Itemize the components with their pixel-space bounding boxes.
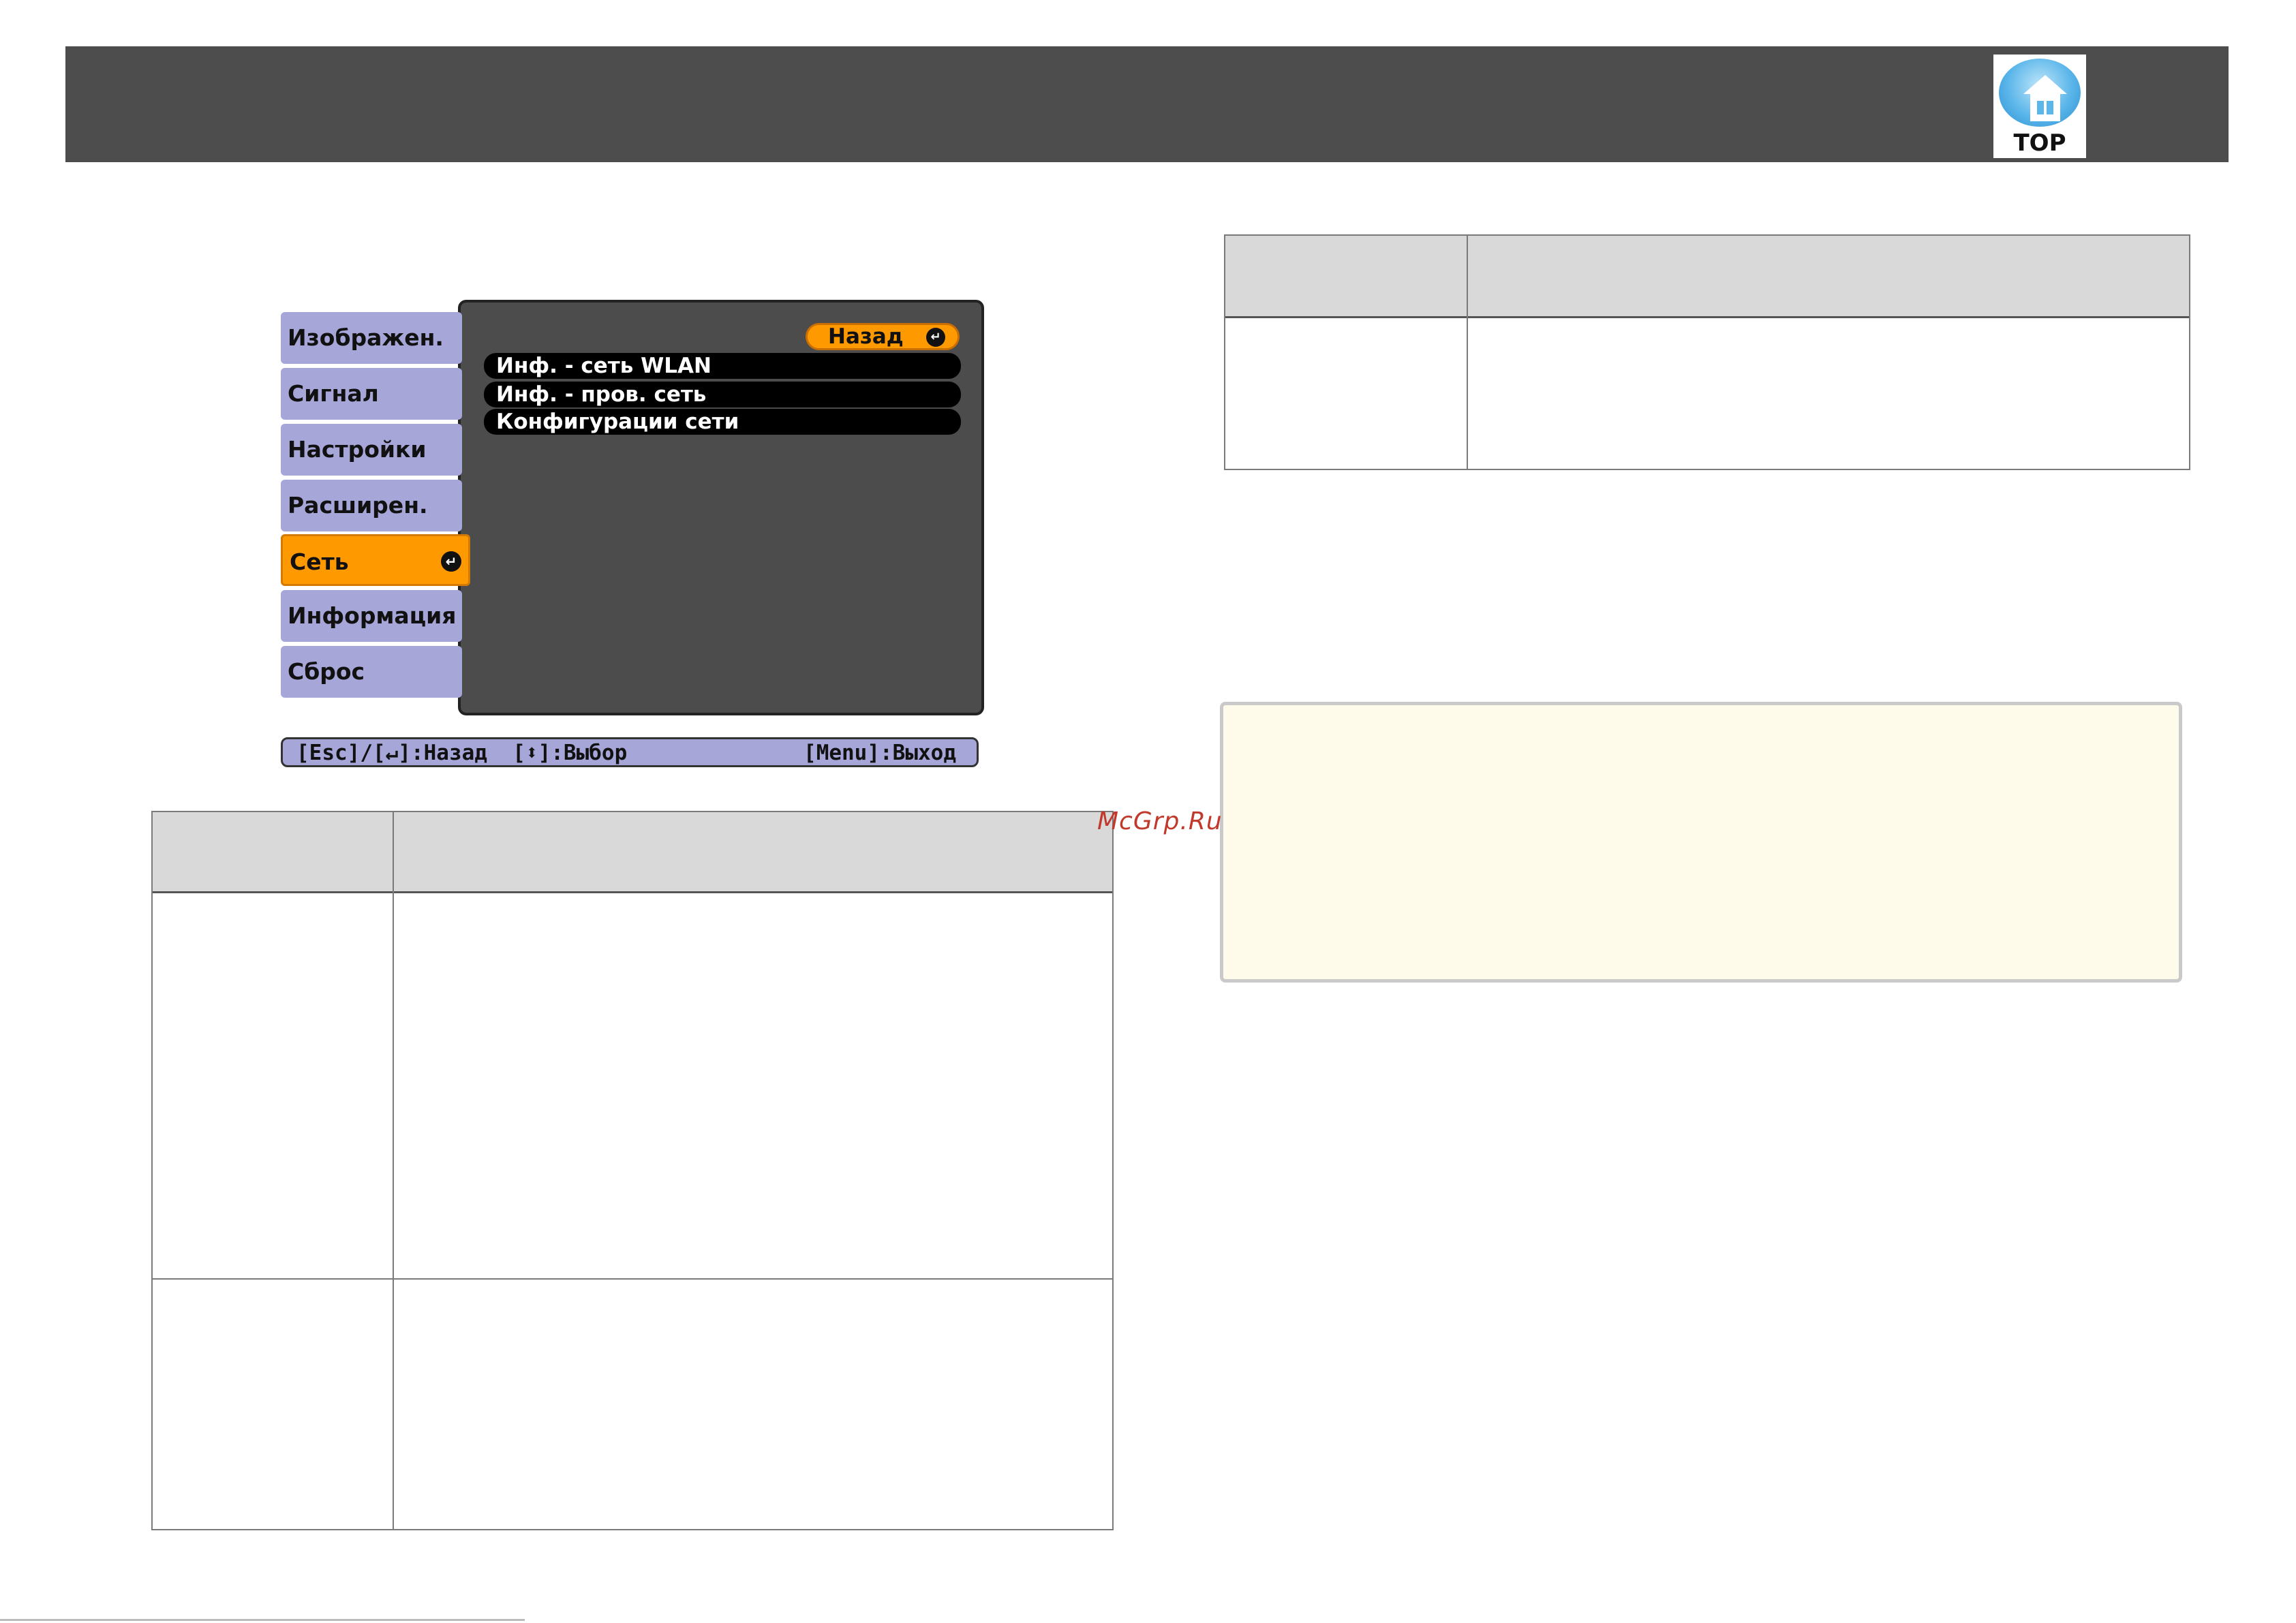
enter-icon: ↵ <box>926 328 945 347</box>
home-icon <box>1999 59 2081 127</box>
menu-item-wired-info[interactable]: Инф. - пров. сеть <box>484 382 961 407</box>
status-hints: [Esc]/[↵]:Назад [⬍]:Выбор <box>296 741 628 765</box>
tab-image[interactable]: Изображен. <box>281 312 462 364</box>
footer-line <box>0 1619 525 1621</box>
tab-info[interactable]: Информация <box>281 590 462 642</box>
tab-label: Сеть <box>290 548 349 575</box>
watermark: McGrp.Ru <box>1097 807 1223 835</box>
enter-icon: ↵ <box>441 551 461 572</box>
status-exit: [Menu]:Выход <box>803 741 956 765</box>
menu-item-network-config[interactable]: Конфигурации сети <box>484 409 961 435</box>
left-table <box>151 811 1114 1530</box>
tab-network[interactable]: Сеть ↵ <box>281 534 470 586</box>
tab-label: Информация <box>288 602 457 629</box>
note-box <box>1220 702 2182 983</box>
tab-label: Сигнал <box>288 380 379 407</box>
tab-settings[interactable]: Настройки <box>281 424 462 476</box>
menu-item-wlan-info[interactable]: Инф. - сеть WLAN <box>484 353 961 379</box>
menu-status-bar: [Esc]/[↵]:Назад [⬍]:Выбор [Menu]:Выход <box>281 737 979 767</box>
table-header <box>1225 236 2189 318</box>
top-button[interactable]: TOP <box>1993 55 2086 158</box>
tab-extended[interactable]: Расширен. <box>281 480 462 531</box>
right-table <box>1224 234 2190 470</box>
tab-label: Сброс <box>288 658 365 685</box>
tab-label: Настройки <box>288 436 427 463</box>
page-header <box>65 46 2229 162</box>
back-button[interactable]: Назад ↵ <box>806 323 960 350</box>
table-row-separator <box>153 1278 1112 1280</box>
table-divider <box>1467 236 1468 469</box>
table-divider <box>393 812 394 1529</box>
tab-reset[interactable]: Сброс <box>281 646 462 698</box>
tab-label: Расширен. <box>288 492 428 519</box>
back-label: Назад <box>828 324 904 349</box>
top-button-label: TOP <box>2013 129 2066 157</box>
tab-signal[interactable]: Сигнал <box>281 368 462 420</box>
tab-label: Изображен. <box>288 324 444 351</box>
table-header <box>153 812 1112 893</box>
